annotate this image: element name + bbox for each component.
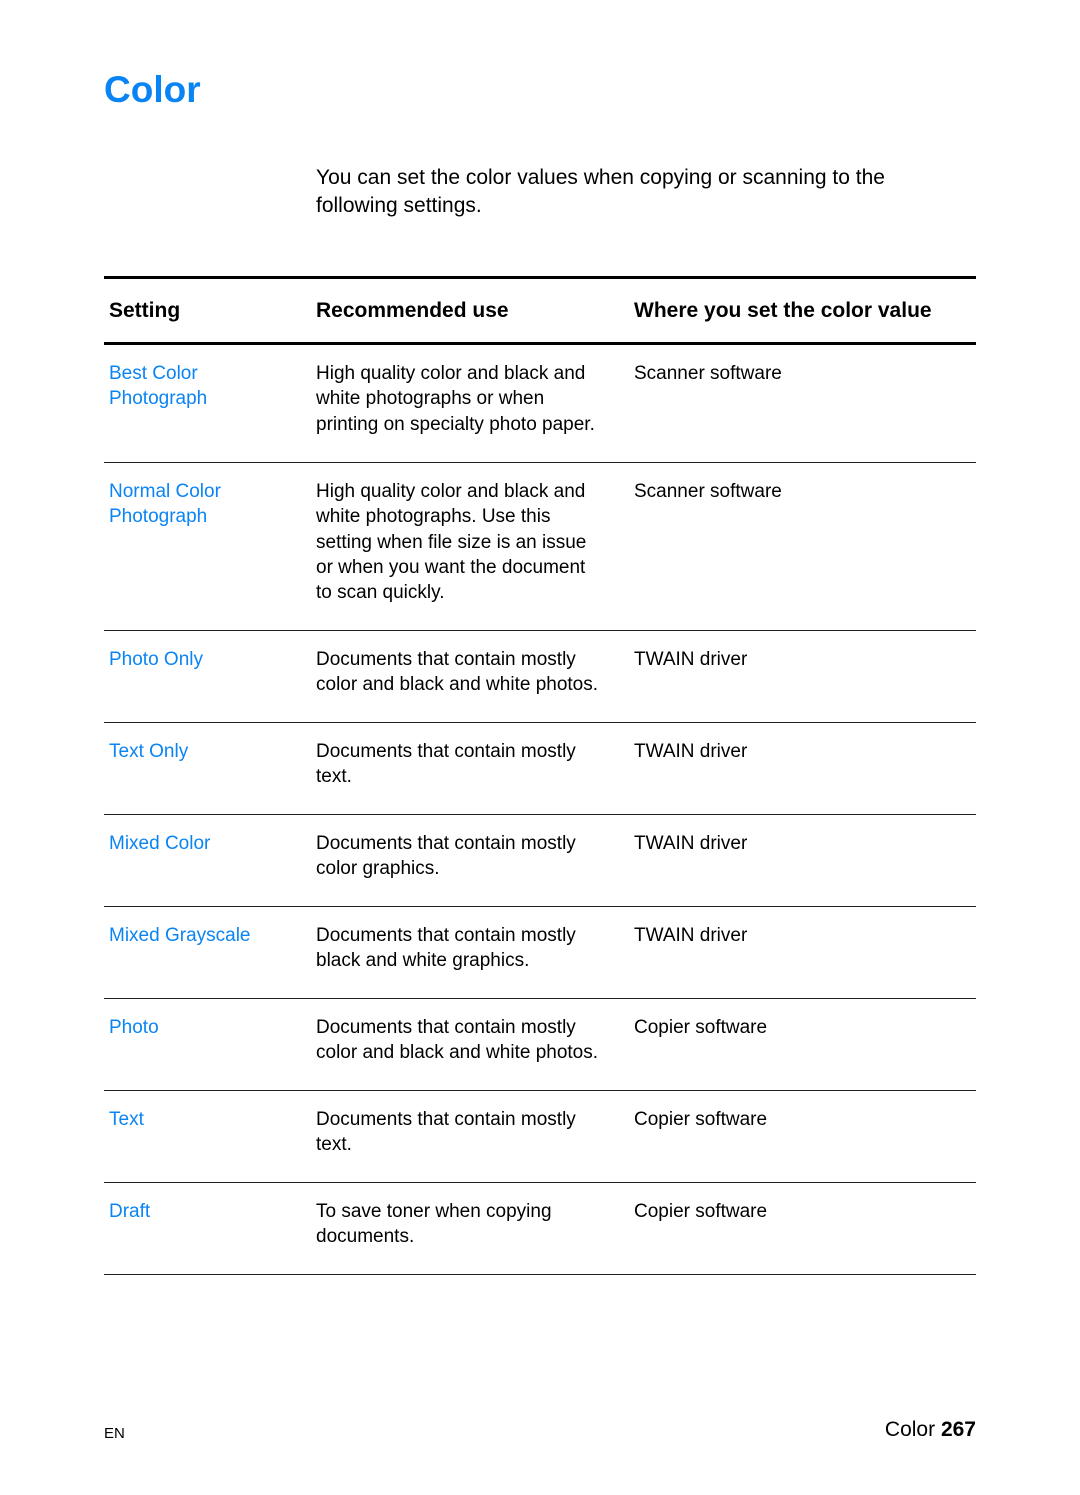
page-title: Color [104, 69, 201, 110]
footer-left: EN [104, 1425, 125, 1442]
use-cell: Documents that contain mostly color grap… [316, 833, 576, 880]
table-row: Text Only Documents that contain mostly t… [104, 723, 976, 815]
where-cell: Copier software [634, 1109, 768, 1130]
intro-paragraph: You can set the color values when copyin… [316, 166, 885, 217]
table-row: Mixed Color Documents that contain mostly… [104, 815, 976, 907]
header-setting: Setting [109, 298, 181, 322]
table-row: Photo Documents that contain mostly color… [104, 999, 976, 1091]
use-cell: Documents that contain mostly color and … [316, 649, 599, 696]
setting-cell: Draft [109, 1201, 151, 1222]
use-cell: Documents that contain mostly text. [316, 741, 576, 788]
where-cell: TWAIN driver [634, 833, 748, 854]
page-number: 267 [940, 1418, 976, 1441]
table-header: Setting Recommended use Where you set th… [104, 279, 976, 345]
table-row: Photo Only Documents that contain mostly … [104, 631, 976, 723]
where-cell: Copier software [634, 1201, 768, 1222]
header-where: Where you set the color value [634, 298, 932, 322]
setting-cell: Photo Only [109, 649, 203, 670]
use-cell: High quality color and black and white p… [316, 363, 595, 435]
table-row: Best Color Photograph High quality color … [104, 345, 976, 463]
use-cell: Documents that contain mostly black and … [316, 925, 576, 972]
table-row: Text Documents that contain mostly text. C… [104, 1091, 976, 1183]
use-cell: To save toner when copying documents. [316, 1201, 552, 1248]
where-cell: Copier software [634, 1017, 768, 1038]
header-recommended-use: Recommended use [316, 298, 509, 322]
where-cell: TWAIN driver [634, 649, 748, 670]
footer-right: Color 267 [885, 1418, 976, 1442]
where-cell: Scanner software [634, 481, 782, 502]
setting-cell: Mixed Color [109, 833, 211, 854]
where-cell: TWAIN driver [634, 925, 748, 946]
use-cell: Documents that contain mostly color and … [316, 1017, 599, 1064]
setting-cell: Best Color Photograph [109, 363, 208, 410]
setting-cell: Text Only [109, 741, 189, 762]
table-row: Draft To save toner when copying document… [104, 1183, 976, 1275]
setting-cell: Mixed Grayscale [109, 925, 251, 946]
table-row: Mixed Grayscale Documents that contain mo… [104, 907, 976, 999]
setting-cell: Text [109, 1109, 144, 1130]
color-settings-table: Setting Recommended use Where you set th… [104, 276, 976, 1275]
where-cell: Scanner software [634, 363, 782, 384]
footer-section: Color [884, 1418, 936, 1441]
table-row: Normal Color Photograph High quality colo… [104, 463, 976, 631]
setting-cell: Normal Color Photograph [109, 481, 221, 528]
use-cell: High quality color and black and white p… [316, 481, 587, 604]
use-cell: Documents that contain mostly text. [316, 1109, 576, 1156]
setting-cell: Photo [109, 1017, 159, 1038]
table-body: Best Color Photograph High quality color … [104, 345, 976, 1275]
where-cell: TWAIN driver [634, 741, 748, 762]
